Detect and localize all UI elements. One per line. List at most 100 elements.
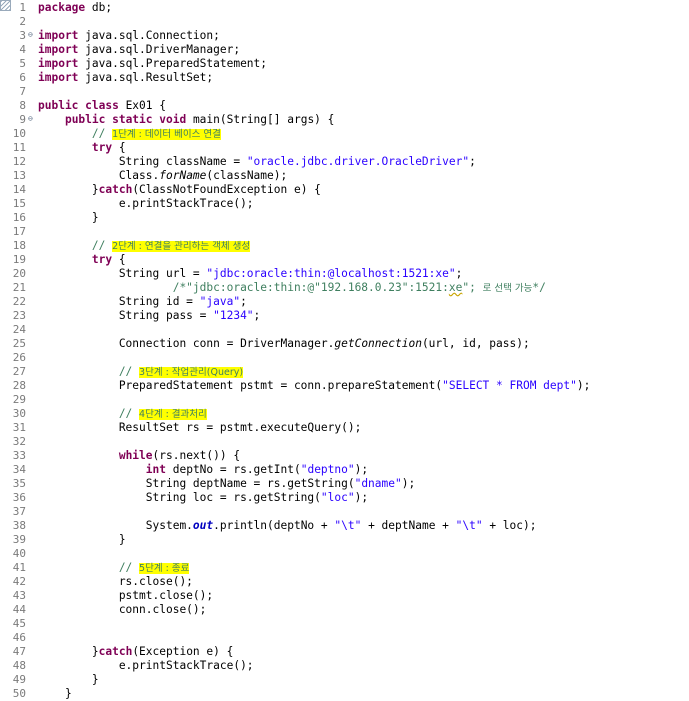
code-line[interactable]: 17 (0, 225, 689, 239)
line-code: conn.close(); (38, 603, 207, 617)
code-line[interactable]: 36 String loc = rs.getString("loc"); (0, 491, 689, 505)
line-code: Connection conn = DriverManager.getConne… (38, 337, 530, 351)
code-line[interactable]: 16 } (0, 211, 689, 225)
line-number: 12 (12, 155, 26, 168)
code-line[interactable]: 22 String id = "java"; (0, 295, 689, 309)
code-line[interactable]: 2 (0, 15, 689, 29)
code-line[interactable]: 42 rs.close(); (0, 575, 689, 589)
code-line[interactable]: 9 ⊖ public static void main(String[] args… (0, 113, 689, 127)
code-line[interactable]: 23 String pass = "1234"; (0, 309, 689, 323)
line-code: e.printStackTrace(); (38, 197, 254, 211)
code-token: main(String[] args) { (186, 113, 335, 126)
code-line[interactable]: 14 }catch(ClassNotFoundException e) { (0, 183, 689, 197)
code-line[interactable]: 15 e.printStackTrace(); (0, 197, 689, 211)
static-method-token: forName (159, 169, 207, 182)
code-line[interactable]: 39 } (0, 533, 689, 547)
code-line[interactable]: 30 // 4단계 : 결과처리 (0, 407, 689, 421)
code-line[interactable]: 50 } (0, 687, 689, 701)
code-line[interactable]: 40 (0, 547, 689, 561)
code-line[interactable]: 24 (0, 323, 689, 337)
code-token: String className = (38, 155, 247, 168)
code-token: ; (469, 155, 476, 168)
line-number: 40 (12, 547, 26, 560)
line-number: 8 (19, 99, 26, 112)
line-code: } (38, 687, 72, 701)
line-number: 17 (12, 225, 26, 238)
line-number: 36 (12, 491, 26, 504)
code-line[interactable]: 44 conn.close(); (0, 603, 689, 617)
collapse-fold-icon[interactable]: ⊖ (28, 115, 36, 123)
code-line[interactable]: 5 import java.sql.PreparedStatement; (0, 57, 689, 71)
line-number: 22 (12, 295, 26, 308)
comment-token: // (38, 127, 113, 140)
code-line[interactable]: 3 ⊖ import java.sql.Connection; (0, 29, 689, 43)
code-line[interactable]: 43 pstmt.close(); (0, 589, 689, 603)
line-code: try { (38, 141, 126, 155)
code-token: String url = (38, 267, 207, 280)
code-token: ); (401, 477, 416, 490)
line-number: 32 (12, 435, 26, 448)
code-line[interactable]: 21 /*"jdbc:oracle:thin:@"192.168.0.23":1… (0, 281, 689, 295)
code-line[interactable]: 27 // 3단계 : 작업관리(Query) (0, 365, 689, 379)
code-line[interactable]: 46 (0, 631, 689, 645)
code-line[interactable]: 34 int deptNo = rs.getInt("deptno"); (0, 463, 689, 477)
code-line[interactable]: 47 }catch(Exception e) { (0, 645, 689, 659)
code-line[interactable]: 7 (0, 85, 689, 99)
code-line[interactable]: 33 while(rs.next()) { (0, 449, 689, 463)
code-token: String deptName = rs.getString( (38, 477, 355, 490)
line-number: 43 (12, 589, 26, 602)
code-line[interactable]: 35 String deptName = rs.getString("dname… (0, 477, 689, 491)
code-line[interactable]: 25 Connection conn = DriverManager.getCo… (0, 337, 689, 351)
code-line[interactable]: 13 Class.forName(className); (0, 169, 689, 183)
collapse-fold-icon[interactable]: ⊖ (28, 31, 36, 39)
code-line[interactable]: 37 (0, 505, 689, 519)
comment-token: /*"jdbc:oracle:thin:@"192.168.0.23":1521… (38, 281, 449, 294)
code-line[interactable]: 4 import java.sql.DriverManager; (0, 43, 689, 57)
code-line[interactable]: 26 (0, 351, 689, 365)
code-line[interactable]: 18 // 2단계 : 연결을 관리하는 객체 생성 (0, 239, 689, 253)
code-line[interactable]: 12 String className = "oracle.jdbc.drive… (0, 155, 689, 169)
code-line[interactable]: 8 public class Ex01 { (0, 99, 689, 113)
comment-token: // (38, 365, 140, 378)
line-code: rs.close(); (38, 575, 193, 589)
code-token: Class. (38, 169, 160, 182)
code-token: ; (253, 309, 261, 322)
code-line[interactable]: 31 ResultSet rs = pstmt.executeQuery(); (0, 421, 689, 435)
code-line[interactable]: 28 PreparedStatement pstmt = conn.prepar… (0, 379, 689, 393)
code-token: (ClassNotFoundException e) { (132, 183, 321, 196)
line-number: 41 (12, 561, 26, 574)
code-line[interactable]: 38 System.out.println(deptNo + "\t" + de… (0, 519, 689, 533)
highlighted-comment: 4단계 : 결과처리 (139, 409, 207, 420)
code-line[interactable]: 32 (0, 435, 689, 449)
line-code: }catch(ClassNotFoundException e) { (38, 183, 321, 197)
line-code: String className = "oracle.jdbc.driver.O… (38, 155, 476, 169)
line-number: 44 (12, 603, 26, 616)
line-code: String deptName = rs.getString("dname"); (38, 477, 415, 491)
code-line[interactable]: 1 package db; (0, 1, 689, 15)
keyword-token: while (118, 449, 153, 462)
keyword-token: package (38, 1, 86, 14)
code-line[interactable]: 20 String url = "jdbc:oracle:thin:@local… (0, 267, 689, 281)
code-line[interactable]: 6 import java.sql.ResultSet; (0, 71, 689, 85)
line-number: 11 (12, 141, 26, 154)
spelling-warning-token: xe (448, 281, 463, 294)
line-number: 1 (19, 1, 26, 14)
code-editor[interactable]: 1 package db; 2 3 ⊖ import java.sql.Connectio… (0, 0, 689, 701)
line-number: 45 (12, 617, 26, 630)
string-token: "deptno" (300, 463, 355, 476)
string-token: "jdbc:oracle:thin:@localhost:1521:xe" (206, 267, 456, 280)
comment-token: 로 선택 가능 (482, 283, 533, 294)
line-number: 47 (12, 645, 26, 658)
keyword-token: int (145, 463, 166, 476)
code-line[interactable]: 45 (0, 617, 689, 631)
code-line[interactable]: 49 } (0, 673, 689, 687)
code-line[interactable]: 19 try { (0, 253, 689, 267)
line-number: 15 (12, 197, 26, 210)
code-line[interactable]: 41 // 5단계 : 종료 (0, 561, 689, 575)
code-line[interactable]: 48 e.printStackTrace(); (0, 659, 689, 673)
code-line[interactable]: 29 (0, 393, 689, 407)
code-line[interactable]: 11 try { (0, 141, 689, 155)
code-line[interactable]: 10 // 1단계 : 데이터 베이스 연결 (0, 127, 689, 141)
code-token: deptNo = rs.getInt( (166, 463, 301, 476)
code-token: (className); (206, 169, 288, 182)
